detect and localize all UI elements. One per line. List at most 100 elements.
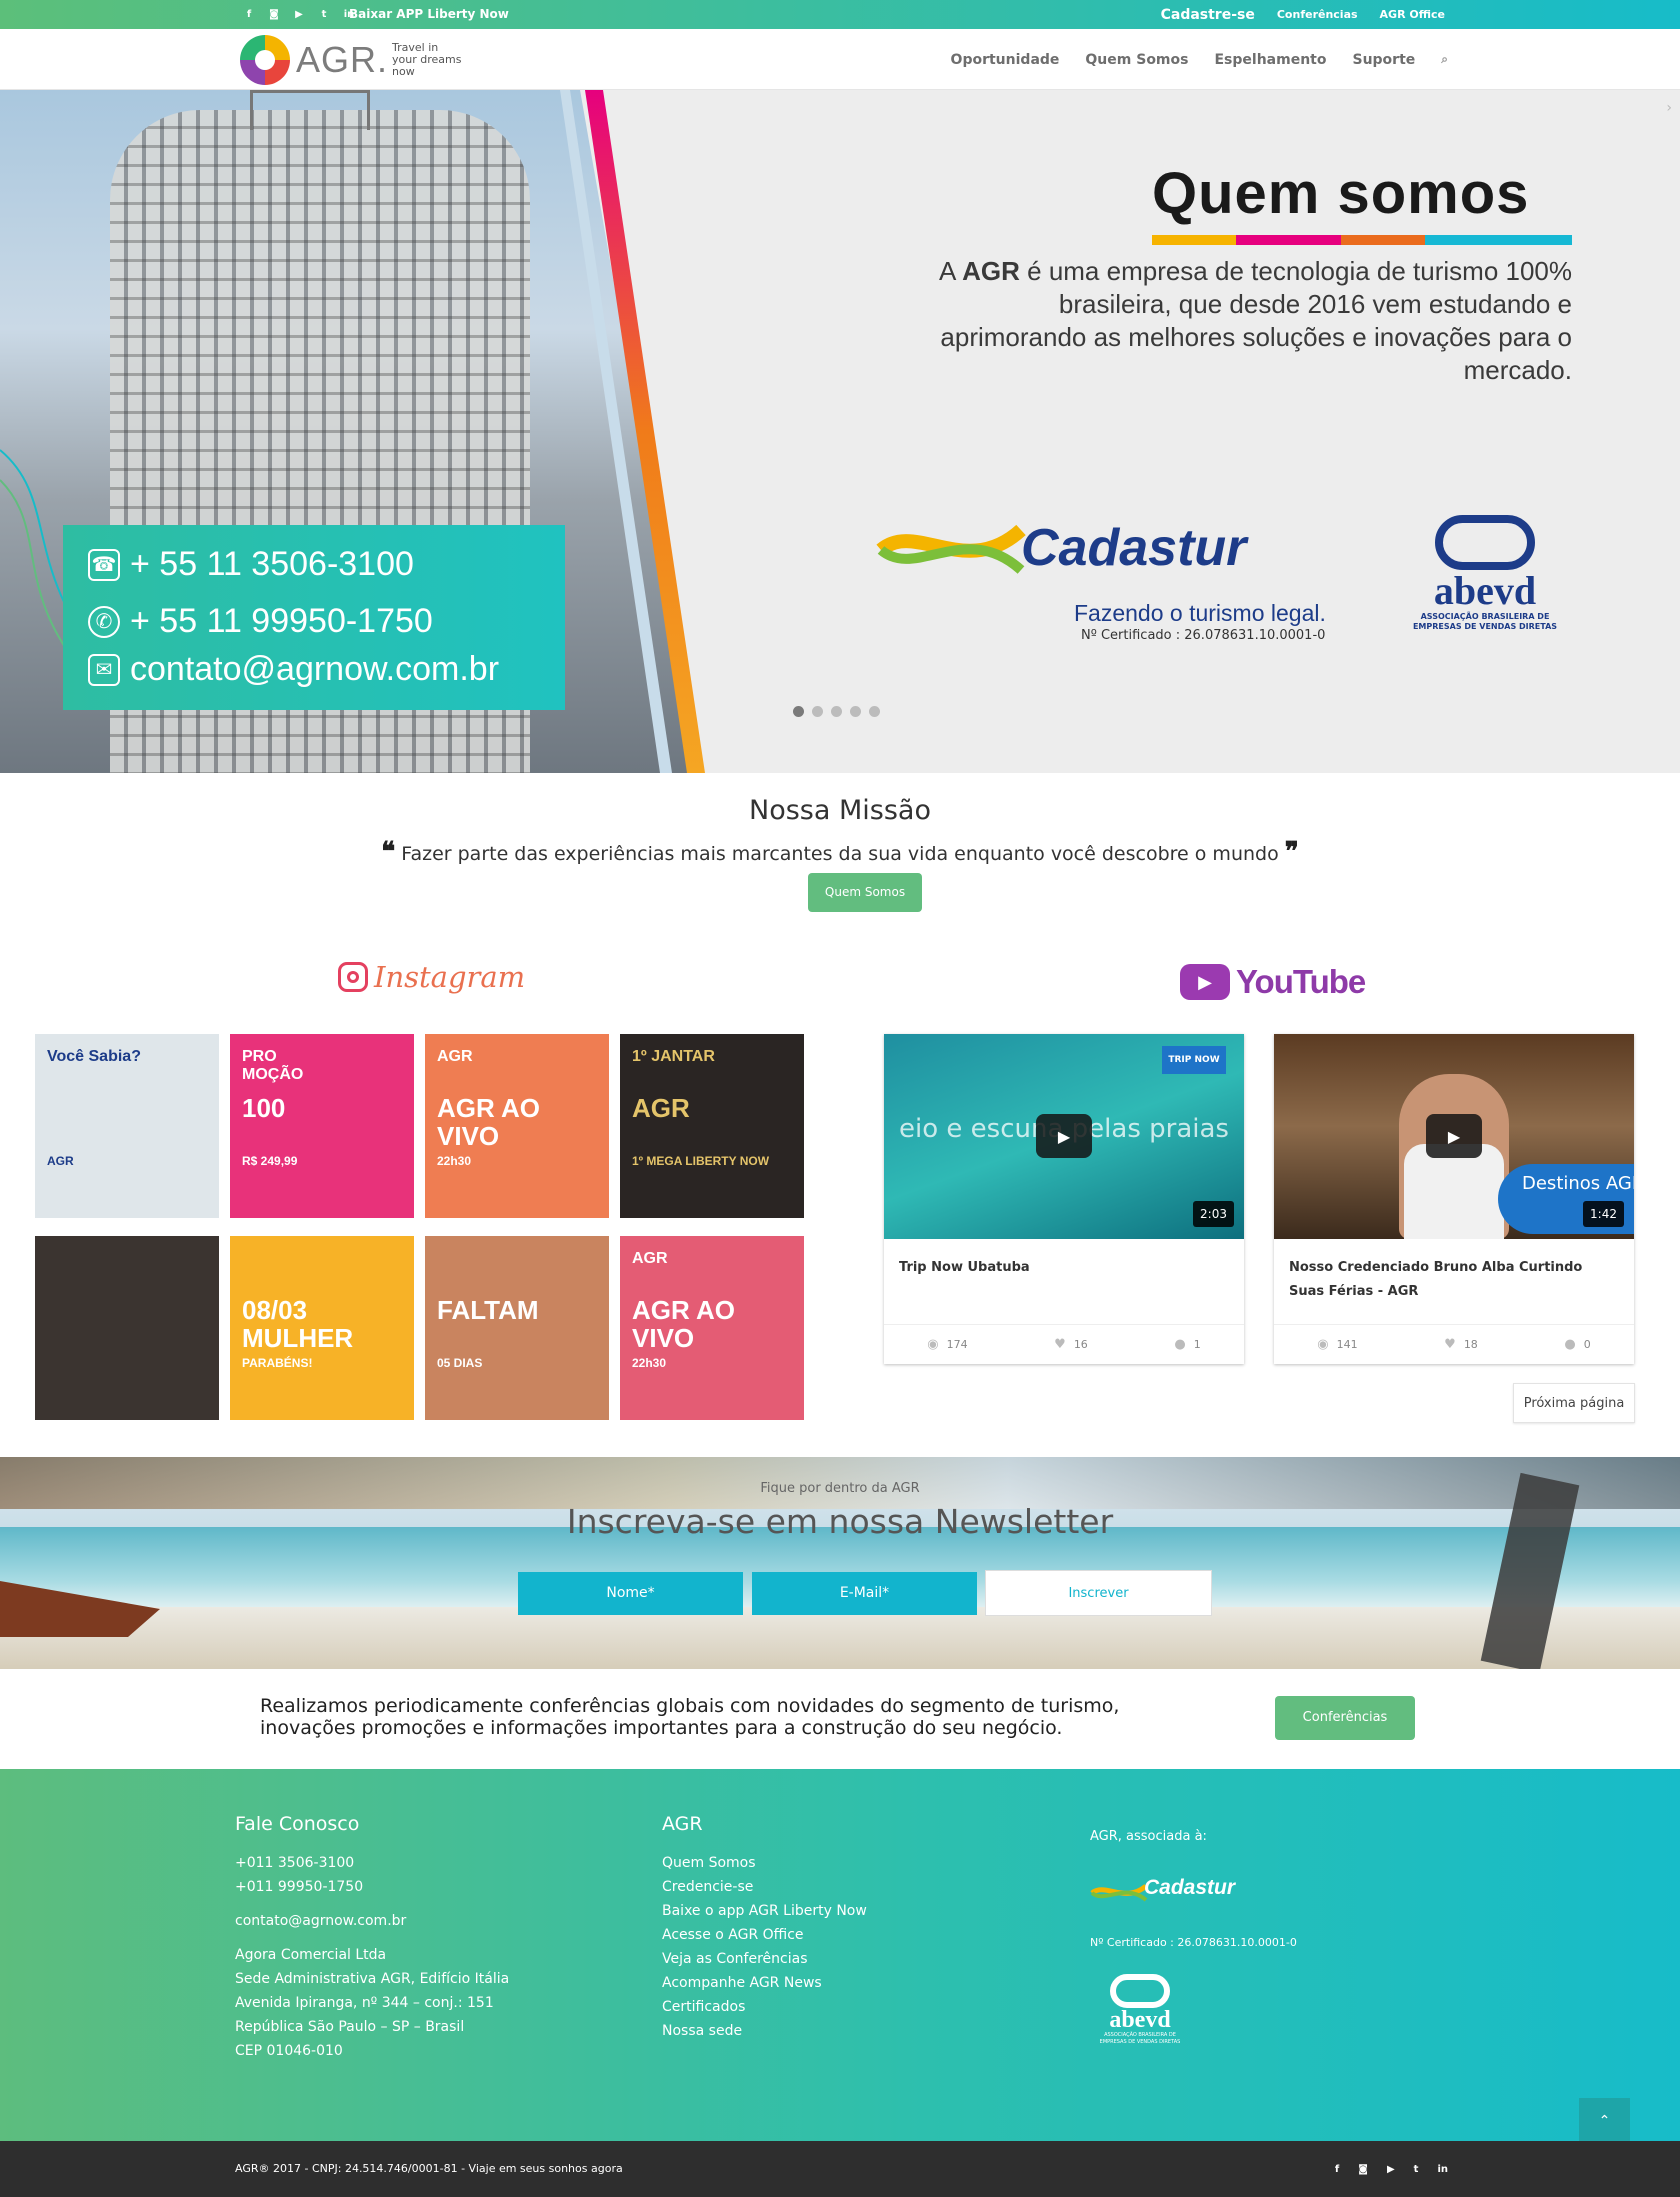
views-stat: ◉ 174	[927, 1337, 967, 1352]
top-bar: f ◙ ▶ t in Baixar APP Liberty Now Cadast…	[0, 0, 1680, 29]
footer-address-line: República São Paulo – SP – Brasil	[235, 2019, 465, 2035]
instagram-icon[interactable]: ◙	[1358, 2164, 1368, 2175]
likes-count: 18	[1463, 1338, 1478, 1351]
instagram-post[interactable]: Você Sabia? AGR	[35, 1034, 219, 1218]
youtube-icon[interactable]: ▶	[1387, 2164, 1395, 2175]
nav-quem-somos[interactable]: Quem Somos	[1085, 52, 1188, 68]
building-antenna	[250, 90, 370, 130]
video-thumbnail[interactable]: eio e escuna pelas praias TRIP NOW ▶ 2:0…	[884, 1034, 1244, 1239]
footer-associated-label: AGR, associada à:	[1090, 1829, 1207, 1844]
heart-icon: ♥	[1444, 1337, 1456, 1352]
twitter-icon[interactable]: t	[318, 9, 330, 20]
slider-dot[interactable]	[812, 706, 823, 717]
hero-text-brand: AGR	[962, 256, 1020, 286]
instagram-icon	[338, 962, 368, 992]
hero-description: A AGR é uma empresa de tecnologia de tur…	[932, 255, 1572, 387]
facebook-icon[interactable]: f	[243, 9, 255, 20]
footer-link[interactable]: Certificados	[662, 1995, 867, 2019]
conference-section: Realizamos periodicamente conferências g…	[0, 1669, 1680, 1769]
instagram-post-text: AGR	[632, 1093, 690, 1123]
footer-link[interactable]: Credencie-se	[662, 1875, 867, 1899]
newsletter-eyebrow: Fique por dentro da AGR	[760, 1481, 920, 1496]
nav-oportunidade[interactable]: Oportunidade	[951, 52, 1060, 68]
slider-dots	[793, 706, 880, 717]
cadastur-logo: Cadastur Fazendo o turismo legal. Nº Cer…	[876, 510, 1356, 650]
name-input[interactable]: Nome*	[518, 1572, 743, 1615]
video-card[interactable]: eio e escuna pelas praias TRIP NOW ▶ 2:0…	[884, 1034, 1244, 1364]
instagram-post[interactable]: AGR AGR AO VIVO 22h30	[425, 1034, 609, 1218]
video-thumbnail[interactable]: Destinos AGR ▶ 1:42	[1274, 1034, 1634, 1239]
slider-dot[interactable]	[850, 706, 861, 717]
copyright-text: AGR® 2017 - CNPJ: 24.514.746/0001-81 - V…	[235, 2162, 623, 2175]
conference-text: Realizamos periodicamente conferências g…	[260, 1695, 1120, 1739]
next-page-button[interactable]: Próxima página	[1513, 1383, 1635, 1423]
youtube-icon[interactable]: ▶	[293, 9, 305, 20]
scroll-to-top-button[interactable]: ⌃	[1579, 2098, 1630, 2144]
footer-cadastur-logo: Cadastur	[1090, 1876, 1270, 1906]
play-button[interactable]: ▶	[1426, 1114, 1482, 1158]
contact-phone-row: ☎ + 55 11 3506-3100	[88, 545, 414, 584]
logo-tagline: Travel in your dreams now	[392, 41, 462, 78]
comment-icon: ●	[1564, 1337, 1576, 1352]
linkedin-icon[interactable]: in	[1437, 2164, 1448, 2175]
site-logo[interactable]: AGR. Travel in your dreams now	[240, 35, 462, 85]
hero-title-underline	[1152, 235, 1572, 245]
instagram-post-text: 1º MEGA LIBERTY NOW	[632, 1154, 770, 1168]
instagram-post-text: 22h30	[437, 1154, 472, 1168]
instagram-post-text: AGR	[632, 1250, 668, 1267]
footer-link[interactable]: Quem Somos	[662, 1851, 867, 1875]
abevd-name: abevd	[1433, 568, 1537, 613]
person-shirt	[1404, 1144, 1504, 1239]
bottom-bar: AGR® 2017 - CNPJ: 24.514.746/0001-81 - V…	[0, 2141, 1680, 2197]
footer-link[interactable]: Veja as Conferências	[662, 1947, 867, 1971]
play-button[interactable]: ▶	[1036, 1114, 1092, 1158]
cadastre-link[interactable]: Cadastre-se	[1161, 7, 1255, 23]
footer-abevd-logo: abevd ASSOCIAÇÃO BRASILEIRA DE EMPRESAS …	[1090, 1974, 1190, 2046]
footer-phone-2[interactable]: +011 99950-1750	[235, 1875, 509, 1899]
video-duration: 1:42	[1583, 1201, 1624, 1227]
contact-phone-2[interactable]: + 55 11 99950-1750	[130, 602, 433, 641]
mission-section: Nossa Missão ❝ Fazer parte das experiênc…	[0, 773, 1680, 923]
slider-dot[interactable]	[793, 706, 804, 717]
subscribe-button[interactable]: Inscrever	[985, 1570, 1212, 1616]
comment-icon: ●	[1174, 1337, 1186, 1352]
instagram-post[interactable]: 08/03 MULHER PARABÉNS!	[230, 1236, 414, 1420]
video-title[interactable]: Trip Now Ubatuba	[899, 1256, 1229, 1280]
contact-phone-1[interactable]: + 55 11 3506-3100	[130, 545, 414, 584]
conferences-button[interactable]: Conferências	[1275, 1696, 1415, 1740]
instagram-post[interactable]: AGR AGR AO VIVO 22h30	[620, 1236, 804, 1420]
footer-agr-title: AGR	[662, 1813, 703, 1835]
instagram-icon[interactable]: ◙	[268, 9, 280, 20]
footer-link[interactable]: Acesse o AGR Office	[662, 1923, 867, 1947]
twitter-icon[interactable]: t	[1414, 2164, 1419, 2175]
search-icon[interactable]: ⌕	[1441, 52, 1448, 67]
instagram-post-text: 22h30	[632, 1356, 667, 1370]
nav-suporte[interactable]: Suporte	[1352, 52, 1415, 68]
facebook-icon[interactable]: f	[1335, 2164, 1339, 2175]
contact-email[interactable]: contato@agrnow.com.br	[130, 650, 499, 689]
quem-somos-button[interactable]: Quem Somos	[808, 873, 922, 912]
instagram-post[interactable]: PRO MOÇÃO 100 R$ 249,99	[230, 1034, 414, 1218]
views-stat: ◉ 141	[1317, 1337, 1357, 1352]
instagram-post-text: AGR	[437, 1048, 473, 1065]
slider-dot[interactable]	[831, 706, 842, 717]
footer-link[interactable]: Baixe o app AGR Liberty Now	[662, 1899, 867, 1923]
footer-phone-1[interactable]: +011 3506-3100	[235, 1851, 509, 1875]
email-input[interactable]: E-Mail*	[752, 1572, 977, 1615]
instagram-post[interactable]	[35, 1236, 219, 1420]
agr-office-link[interactable]: AGR Office	[1380, 8, 1445, 21]
slider-next-arrow[interactable]: ›	[1666, 100, 1672, 116]
footer-email[interactable]: contato@agrnow.com.br	[235, 1909, 509, 1933]
conferencias-link[interactable]: Conferências	[1277, 8, 1358, 21]
nav-espelhamento[interactable]: Espelhamento	[1214, 52, 1326, 68]
instagram-post[interactable]: 1º JANTAR AGR 1º MEGA LIBERTY NOW	[620, 1034, 804, 1218]
download-app-link[interactable]: Baixar APP Liberty Now	[349, 0, 509, 29]
video-title[interactable]: Nosso Credenciado Bruno Alba Curtindo Su…	[1289, 1256, 1619, 1304]
youtube-icon: ▶	[1180, 964, 1230, 1000]
instagram-post[interactable]: FALTAM 05 DIAS	[425, 1236, 609, 1420]
footer-link[interactable]: Acompanhe AGR News	[662, 1971, 867, 1995]
footer-link[interactable]: Nossa sede	[662, 2019, 867, 2043]
video-card[interactable]: Destinos AGR ▶ 1:42 Nosso Credenciado Br…	[1274, 1034, 1634, 1364]
eye-icon: ◉	[927, 1337, 939, 1352]
slider-dot[interactable]	[869, 706, 880, 717]
